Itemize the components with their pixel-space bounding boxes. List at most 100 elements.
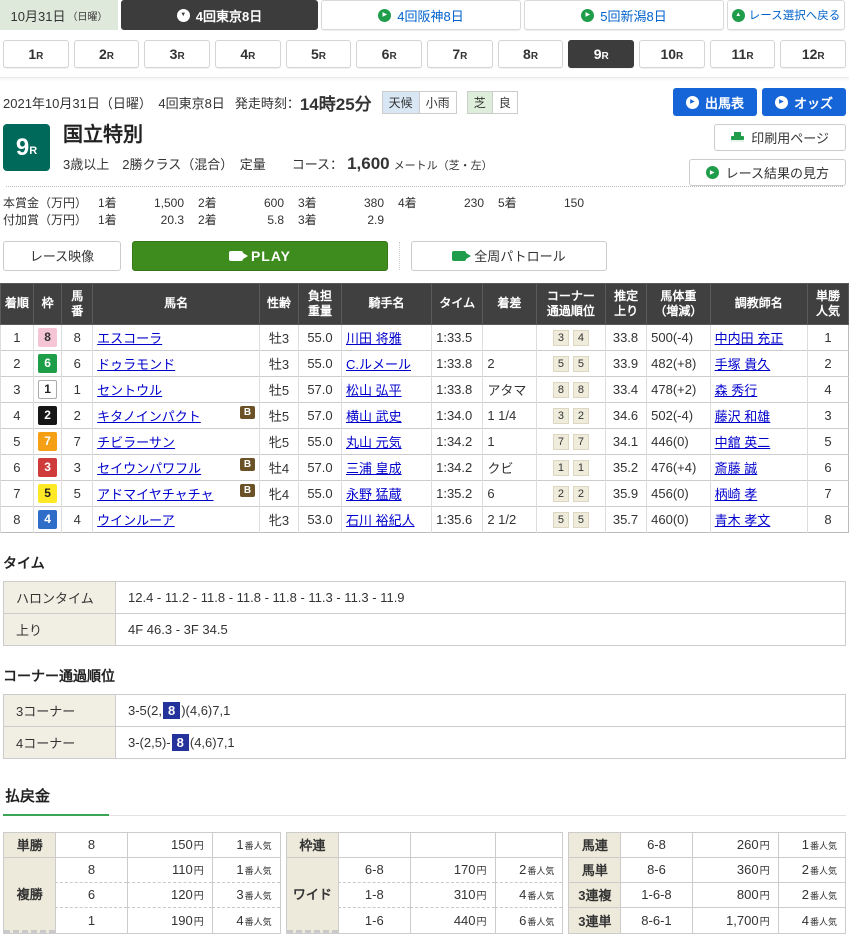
divider xyxy=(6,186,843,187)
finish-position: 8 xyxy=(1,506,34,532)
race-tab-12r[interactable]: 12R xyxy=(780,40,846,68)
horse-link[interactable]: セイウンパワフル xyxy=(97,461,201,476)
jockey-link[interactable]: 永野 猛蔵 xyxy=(346,487,402,502)
jockey-link[interactable]: 横山 武史 xyxy=(346,409,402,424)
horse-weight: 476(+4) xyxy=(647,454,710,480)
time-section-title: タイム xyxy=(3,553,846,573)
race-tab-6r[interactable]: 6R xyxy=(356,40,422,68)
win-favorite-rank: 2 xyxy=(807,350,848,376)
race-tab-9r[interactable]: 9R xyxy=(568,40,634,68)
jockey-link[interactable]: 川田 将雅 xyxy=(346,331,402,346)
race-tab-8r[interactable]: 8R xyxy=(498,40,564,68)
day-tab-hanshin[interactable]: ▶ 4回阪神8日 xyxy=(321,0,521,30)
horse-link[interactable]: エスコーラ xyxy=(97,331,162,346)
ninki-unit: 番人気 xyxy=(527,891,554,901)
horse-number: 8 xyxy=(62,324,93,350)
horse-link[interactable]: チビラーサン xyxy=(97,435,175,450)
print-page-button[interactable]: 印刷用ページ xyxy=(714,124,846,151)
margin xyxy=(483,324,536,350)
race-tab-2r[interactable]: 2R xyxy=(74,40,140,68)
sex-age: 牡5 xyxy=(260,376,299,402)
race-tab-10r[interactable]: 10R xyxy=(639,40,705,68)
jockey-link[interactable]: 松山 弘平 xyxy=(346,383,402,398)
win-favorite-rank: 3 xyxy=(807,402,848,428)
trainer-link[interactable]: 柄崎 孝 xyxy=(715,487,758,502)
corner4-row: 4コーナー 3-(2,5)-8(4,6)7,1 xyxy=(4,726,846,758)
chevron-right-icon: ▶ xyxy=(686,96,699,109)
win-favorite-rank: 7 xyxy=(807,480,848,506)
jockey-link[interactable]: 三浦 皇成 xyxy=(346,461,402,476)
ninki-unit: 番人気 xyxy=(810,841,837,851)
payout-amount: 360円 xyxy=(692,858,778,883)
race-tab-7r[interactable]: 7R xyxy=(427,40,493,68)
wakuren-row: 枠連 xyxy=(287,833,563,858)
how-to-read-results-button[interactable]: ▶ レース結果の見方 xyxy=(689,159,846,186)
finish-time: 1:35.6 xyxy=(432,506,483,532)
patrol-video-button[interactable]: 全周パトロール xyxy=(411,241,607,271)
ninki-unit: 番人気 xyxy=(245,917,272,927)
trainer-link[interactable]: 中舘 英二 xyxy=(715,435,771,450)
odds-button[interactable]: ▶ オッズ xyxy=(762,88,846,116)
trainer-link[interactable]: 藤沢 和雄 xyxy=(715,409,771,424)
margin: 2 xyxy=(483,350,536,376)
yen-unit: 円 xyxy=(194,917,204,928)
tansho-row: 単勝 8 150円 1番人気 xyxy=(4,833,280,858)
prize-added-label: 付加賞（万円） xyxy=(3,212,98,229)
turf-badge: 芝 良 xyxy=(467,91,518,114)
day-tab-niigata[interactable]: ▶ 5回新潟8日 xyxy=(524,0,724,30)
finish-time: 1:34.2 xyxy=(432,454,483,480)
jockey-link[interactable]: C.ルメール xyxy=(346,357,411,372)
day-tab-tokyo[interactable]: ▼ 4回東京8日 xyxy=(121,0,318,30)
ninki-unit: 番人気 xyxy=(245,866,272,876)
horse-link[interactable]: ドゥラモンド xyxy=(97,357,175,372)
jockey-link[interactable]: 石川 裕紀人 xyxy=(346,513,415,528)
popularity: 3番人気 xyxy=(212,883,280,908)
trainer-link[interactable]: 中内田 充正 xyxy=(715,331,784,346)
trainer-link[interactable]: 森 秀行 xyxy=(715,383,758,398)
popularity: 6番人気 xyxy=(495,908,563,933)
race-tab-4r[interactable]: 4R xyxy=(215,40,281,68)
popularity: 1番人気 xyxy=(778,833,845,858)
furlong-times-label: ハロンタイム xyxy=(4,581,116,613)
play-button[interactable]: PLAY xyxy=(132,241,388,271)
table-row: 1 8 8 エスコーラ 牡3 55.0 川田 将雅 1:33.5 34 33.8… xyxy=(1,324,849,350)
horse-link[interactable]: キタノインパクト xyxy=(97,409,201,424)
horse-weight: 482(+8) xyxy=(647,350,710,376)
horse-link[interactable]: セントウル xyxy=(97,383,162,398)
last-3f: 35.2 xyxy=(606,454,647,480)
race-tab-11r[interactable]: 11R xyxy=(710,40,776,68)
carried-weight: 57.0 xyxy=(298,454,341,480)
frame-badge: 1 xyxy=(38,380,57,399)
bet-type-label: 単勝 xyxy=(4,833,55,858)
corner4-label: 4コーナー xyxy=(4,726,116,758)
furlong-times-value: 12.4 - 11.2 - 11.8 - 11.8 - 11.8 - 11.3 … xyxy=(116,581,846,613)
race-video-label[interactable]: レース映像 xyxy=(3,241,121,271)
ninki-unit: 番人気 xyxy=(245,841,272,851)
day-tab-label: 4回阪神8日 xyxy=(397,6,463,25)
back-to-race-select-button[interactable]: ▲ レース選択へ戻る xyxy=(727,0,845,30)
frame-badge: 8 xyxy=(38,328,57,347)
chevron-right-icon: ▶ xyxy=(775,96,788,109)
carried-weight: 55.0 xyxy=(298,350,341,376)
day-selector-bar: 10月31日 （日曜） ▼ 4回東京8日 ▶ 4回阪神8日 ▶ 5回新潟8日 ▲… xyxy=(0,0,849,30)
payout-amount xyxy=(410,833,495,858)
last-3f: 35.7 xyxy=(606,506,647,532)
race-tab-5r[interactable]: 5R xyxy=(286,40,352,68)
race-number-badge: 9 R xyxy=(3,124,50,171)
jockey-link[interactable]: 丸山 元気 xyxy=(346,435,402,450)
trainer-link[interactable]: 斎藤 誠 xyxy=(715,461,758,476)
horse-number: 3 xyxy=(62,454,93,480)
corner3-row: 3コーナー 3-5(2,8)(4,6)7,1 xyxy=(4,694,846,726)
horse-link[interactable]: アドマイヤチャチャ xyxy=(97,487,213,502)
frame-badge: 5 xyxy=(38,484,57,503)
race-tab-3r[interactable]: 3R xyxy=(144,40,210,68)
horse-number: 6 xyxy=(62,350,93,376)
trainer-link[interactable]: 手塚 貴久 xyxy=(715,357,771,372)
payout-table-right: 馬連 6-8 260円 1番人気 馬単 8-6 360円 2番人気 3連複 1-… xyxy=(568,832,846,934)
horse-link[interactable]: ウインルーア xyxy=(97,513,174,528)
race-tab-1r[interactable]: 1R xyxy=(3,40,69,68)
trainer-link[interactable]: 青木 孝文 xyxy=(715,513,771,528)
last-3f: 33.8 xyxy=(606,324,647,350)
yen-unit: 円 xyxy=(760,866,770,877)
entries-button[interactable]: ▶ 出馬表 xyxy=(673,88,757,116)
